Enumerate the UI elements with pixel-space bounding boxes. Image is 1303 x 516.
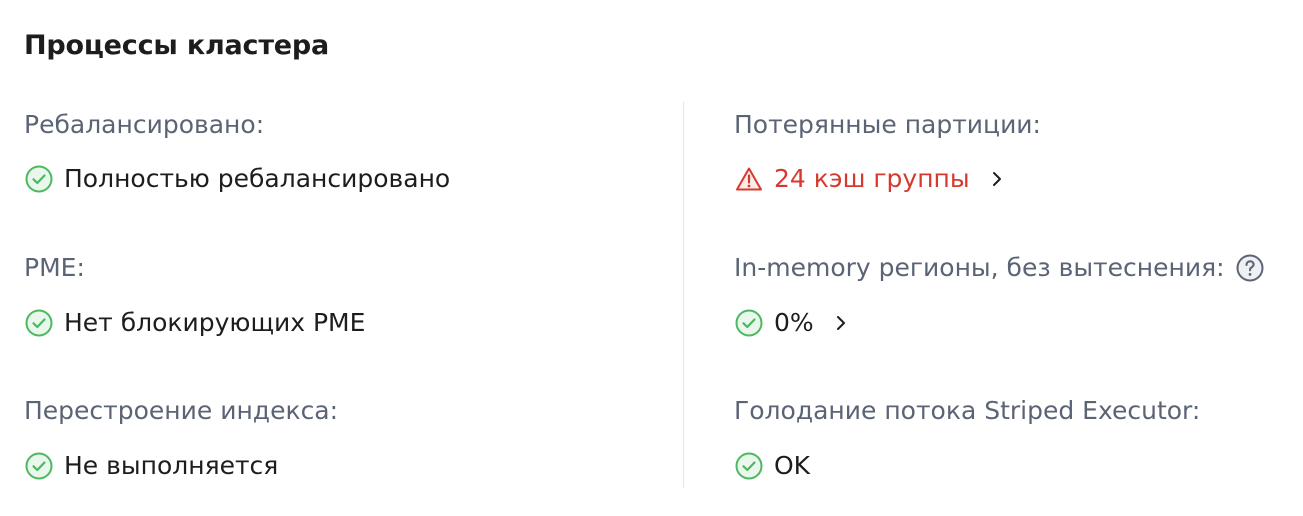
striped-executor-status: OK <box>734 450 810 482</box>
chevron-right-icon <box>834 313 848 333</box>
rebalance-label: Ребалансировано: <box>24 110 265 139</box>
warning-triangle-icon <box>734 164 764 194</box>
check-circle-icon <box>734 451 764 481</box>
inmemory-regions-label: In-memory регионы, без вытеснения: <box>734 253 1225 282</box>
pme-value: Нет блокирующих PME <box>64 308 366 337</box>
lost-partitions-link[interactable]: 24 кэш группы <box>734 163 1004 195</box>
section-title: Процессы кластера <box>24 30 330 61</box>
inmemory-regions-link[interactable]: 0% <box>734 307 848 339</box>
rebalance-value: Полностью ребалансировано <box>64 164 451 193</box>
index-rebuild-label: Перестроение индекса: <box>24 396 339 425</box>
column-divider <box>683 102 684 488</box>
check-circle-icon <box>734 308 764 338</box>
inmemory-regions-value: 0% <box>774 308 814 337</box>
pme-status: Нет блокирующих PME <box>24 307 365 339</box>
lost-partitions-label: Потерянные партиции: <box>734 110 1041 139</box>
cluster-processes-panel: Процессы кластера Ребалансировано: Полно… <box>0 0 1303 516</box>
striped-executor-label: Голодание потока Striped Executor: <box>734 396 1201 425</box>
check-circle-icon <box>24 451 54 481</box>
index-rebuild-value: Не выполняется <box>64 451 279 480</box>
chevron-right-icon <box>990 169 1004 189</box>
inmemory-regions-label-row: In-memory регионы, без вытеснения: <box>734 252 1265 284</box>
pme-label: PME: <box>24 253 85 282</box>
index-rebuild-status: Не выполняется <box>24 450 278 482</box>
rebalance-status: Полностью ребалансировано <box>24 163 450 195</box>
check-circle-icon <box>24 308 54 338</box>
lost-partitions-value: 24 кэш группы <box>774 164 970 193</box>
check-circle-icon <box>24 164 54 194</box>
striped-executor-value: OK <box>774 451 811 480</box>
question-circle-icon[interactable] <box>1235 253 1265 283</box>
